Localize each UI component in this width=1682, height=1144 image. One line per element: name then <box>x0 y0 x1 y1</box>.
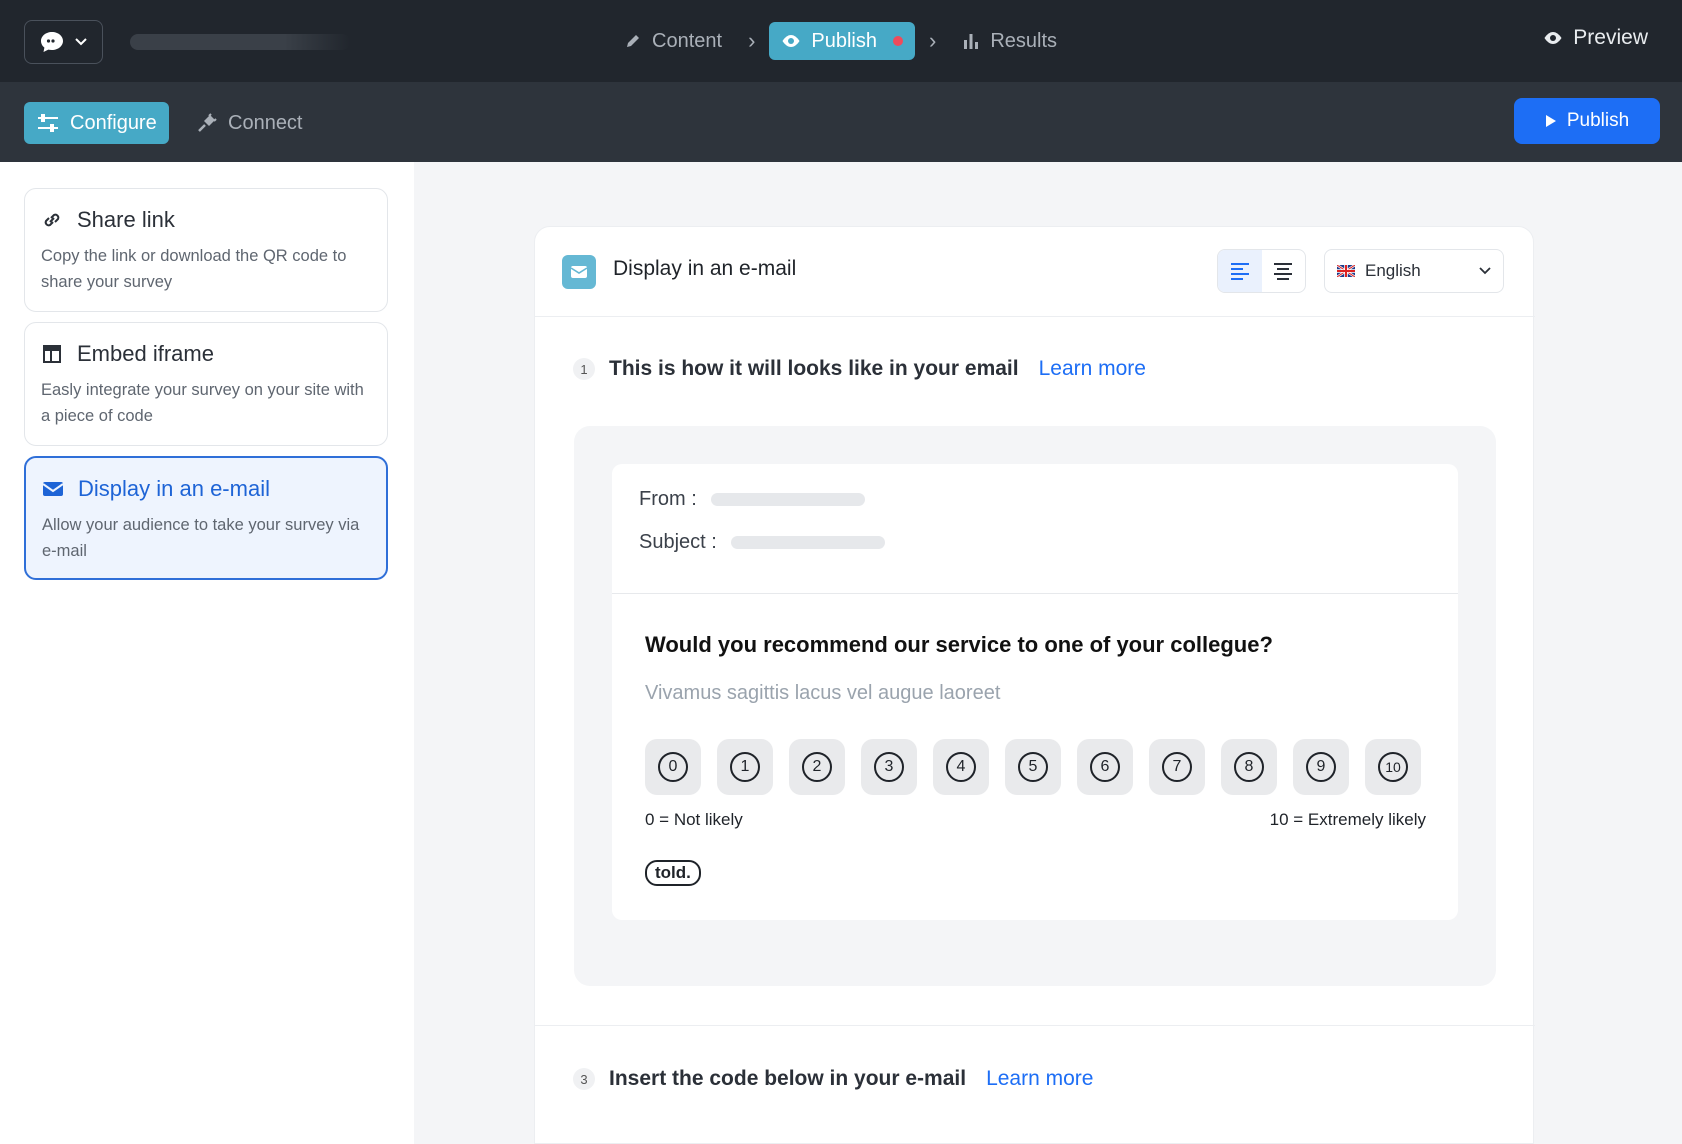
survey-subtitle: Vivamus sagittis lacus vel augue laoreet <box>645 682 1001 704</box>
subject-placeholder <box>730 536 885 549</box>
align-left-button[interactable] <box>1218 250 1262 292</box>
language-value: English <box>1365 261 1421 280</box>
scale-option[interactable]: 4 <box>933 739 989 795</box>
publish-button[interactable]: Publish <box>1514 98 1660 144</box>
layout-icon <box>43 345 61 363</box>
email-preview-area: From : Subject : Would you recommend our… <box>574 426 1496 986</box>
configure-label: Configure <box>70 111 157 134</box>
sidebar: Share link Copy the link or download the… <box>0 162 414 1144</box>
step-publish[interactable]: Publish <box>769 22 915 60</box>
from-placeholder <box>710 493 865 506</box>
plug-icon <box>198 113 217 132</box>
scale-option[interactable]: 6 <box>1077 739 1133 795</box>
step-number: 3 <box>573 1068 595 1090</box>
connect-tab[interactable]: Connect <box>196 102 303 144</box>
scale-option[interactable]: 5 <box>1005 739 1061 795</box>
scale-option[interactable]: 3 <box>861 739 917 795</box>
option-embed-iframe[interactable]: Embed iframe Easly integrate your survey… <box>24 322 388 446</box>
from-row: From : <box>639 488 865 511</box>
option-title: Embed iframe <box>77 341 214 366</box>
language-select[interactable]: English <box>1324 249 1504 293</box>
option-desc: Copy the link or download the QR code to… <box>41 247 347 291</box>
chevron-right-icon: › <box>929 28 937 53</box>
unpublished-dot <box>893 36 903 46</box>
scale-high-label: 10 = Extremely likely <box>1269 810 1426 829</box>
preview-label: Preview <box>1573 26 1648 49</box>
preview-button[interactable]: Preview <box>1543 26 1648 50</box>
told-brand-logo: told. <box>645 860 701 886</box>
step-nav: Content › Publish › Results <box>612 22 1069 60</box>
scale-option[interactable]: 0 <box>645 739 701 795</box>
step-content[interactable]: Content <box>612 22 734 60</box>
scale-option[interactable]: 7 <box>1149 739 1205 795</box>
scale-option[interactable]: 9 <box>1293 739 1349 795</box>
option-desc: Easly integrate your survey on your site… <box>41 381 364 425</box>
learn-more-link[interactable]: Learn more <box>1039 357 1146 381</box>
chat-bubble-logo-icon <box>40 32 63 52</box>
align-center-icon <box>1274 263 1293 280</box>
step-content-label: Content <box>652 29 723 52</box>
section-preview-title: 1 This is how it will looks like in your… <box>573 357 1146 381</box>
eye-icon <box>1544 32 1562 44</box>
eye-icon <box>782 35 800 47</box>
align-left-icon <box>1230 263 1249 280</box>
subject-row: Subject : <box>639 531 885 554</box>
align-center-button[interactable] <box>1262 250 1306 292</box>
scale-option[interactable]: 8 <box>1221 739 1277 795</box>
section-code-title: 3 Insert the code below in your e-mail L… <box>573 1067 1093 1091</box>
step-publish-label: Publish <box>811 29 877 52</box>
step-results-label: Results <box>990 29 1058 52</box>
mail-badge-icon <box>562 255 596 289</box>
option-display-email[interactable]: Display in an e-mail Allow your audience… <box>24 456 388 580</box>
learn-more-link[interactable]: Learn more <box>986 1067 1093 1091</box>
survey-title-placeholder <box>130 34 350 50</box>
email-meta: From : Subject : <box>612 464 1458 594</box>
email-panel: Display in an e-mail English 1 This is h… <box>534 226 1535 1144</box>
panel-title: Display in an e-mail <box>613 257 797 280</box>
scale-low-label: 0 = Not likely <box>645 810 743 829</box>
configure-tab[interactable]: Configure <box>24 102 169 144</box>
section-divider <box>535 1025 1535 1026</box>
section-heading: This is how it will looks like in your e… <box>609 357 1019 380</box>
publish-label: Publish <box>1566 110 1630 131</box>
pencil-icon <box>627 35 639 47</box>
step-results[interactable]: Results <box>950 22 1069 60</box>
from-label: From : <box>639 488 697 510</box>
scale-option[interactable]: 1 <box>717 739 773 795</box>
section-heading: Insert the code below in your e-mail <box>609 1067 967 1090</box>
link-icon <box>44 213 60 227</box>
panel-header: Display in an e-mail English <box>535 227 1535 317</box>
mail-icon <box>42 482 64 496</box>
step-number: 1 <box>573 358 595 380</box>
connect-label: Connect <box>228 111 303 134</box>
option-share-link[interactable]: Share link Copy the link or download the… <box>24 188 388 312</box>
survey-question: Would you recommend our service to one o… <box>645 632 1273 657</box>
scale-option[interactable]: 10 <box>1365 739 1421 795</box>
option-desc: Allow your audience to take your survey … <box>42 516 360 560</box>
uk-flag-icon <box>1337 265 1355 277</box>
alignment-toggle <box>1217 249 1306 293</box>
chevron-right-icon: › <box>748 28 756 53</box>
nps-scale: 0 1 2 3 4 5 6 7 8 9 10 <box>645 739 1421 795</box>
chevron-down-icon <box>74 38 87 46</box>
option-title: Display in an e-mail <box>78 476 270 501</box>
sliders-icon <box>38 114 58 132</box>
option-title: Share link <box>77 207 175 232</box>
workspace-menu-button[interactable] <box>24 20 103 64</box>
email-card: From : Subject : Would you recommend our… <box>612 464 1458 920</box>
chevron-down-icon <box>1479 267 1491 275</box>
bar-chart-icon <box>964 34 979 49</box>
scale-option[interactable]: 2 <box>789 739 845 795</box>
play-icon <box>1545 115 1556 127</box>
subject-label: Subject : <box>639 531 717 553</box>
top-bar: Content › Publish › Results Preview <box>0 0 1682 82</box>
